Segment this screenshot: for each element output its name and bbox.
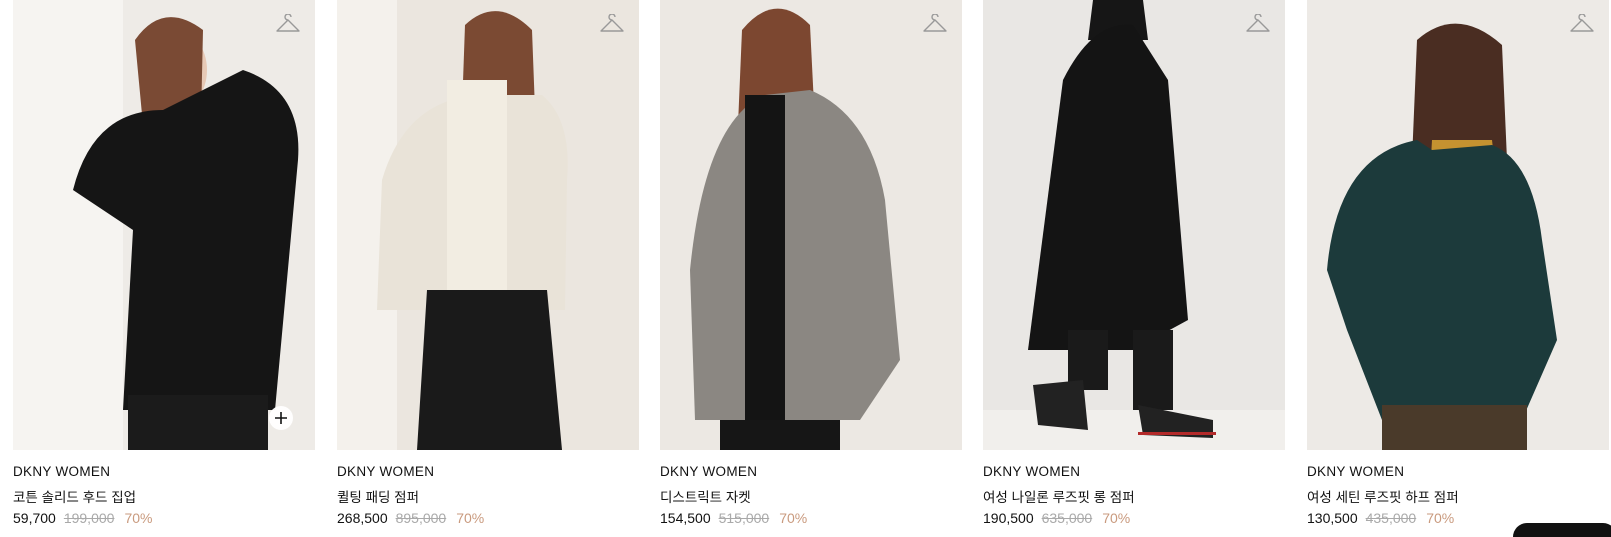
product-name[interactable]: 여성 나일론 루즈핏 롱 점퍼 [983, 486, 1135, 506]
discount-rate: 70% [124, 510, 153, 526]
original-price: 895,000 [395, 510, 447, 526]
product-price: 130,500 435,000 70% [1307, 510, 1454, 526]
discount-rate: 70% [456, 510, 485, 526]
original-price: 435,000 [1365, 510, 1417, 526]
product-image[interactable] [983, 0, 1285, 450]
product-image[interactable] [660, 0, 962, 450]
product-name[interactable]: 퀼팅 패딩 점퍼 [337, 486, 419, 506]
product-photo [13, 0, 315, 450]
product-name[interactable]: 여성 세틴 루즈핏 하프 점퍼 [1307, 486, 1459, 506]
discount-rate: 70% [1102, 510, 1131, 526]
product-photo [660, 0, 962, 450]
product-image[interactable] [337, 0, 639, 450]
product-photo [337, 0, 639, 450]
original-price: 515,000 [718, 510, 770, 526]
original-price: 635,000 [1041, 510, 1093, 526]
product-brand[interactable]: DKNY WOMEN [660, 464, 757, 479]
product-name[interactable]: 디스트릭트 자켓 [660, 486, 751, 506]
sale-price: 59,700 [13, 510, 56, 526]
sale-price: 130,500 [1307, 510, 1358, 526]
product-photo [1307, 0, 1609, 450]
sale-price: 190,500 [983, 510, 1034, 526]
product-name[interactable]: 코튼 솔리드 후드 집업 [13, 486, 136, 506]
discount-rate: 70% [779, 510, 808, 526]
product-card[interactable]: DKNY WOMEN 여성 나일론 루즈핏 롱 점퍼 190,500 635,00… [983, 0, 1285, 537]
product-price: 154,500 515,000 70% [660, 510, 807, 526]
hanger-icon[interactable] [599, 13, 625, 36]
product-card[interactable]: DKNY WOMEN 디스트릭트 자켓 154,500 515,000 70% [660, 0, 962, 537]
product-brand[interactable]: DKNY WOMEN [13, 464, 110, 479]
product-brand[interactable]: DKNY WOMEN [337, 464, 434, 479]
product-image[interactable] [13, 0, 315, 450]
product-brand[interactable]: DKNY WOMEN [983, 464, 1080, 479]
hanger-icon[interactable] [922, 13, 948, 36]
product-card[interactable]: DKNY WOMEN 퀼팅 패딩 점퍼 268,500 895,000 70% [337, 0, 639, 537]
quick-add-button[interactable] [269, 406, 293, 430]
product-image[interactable] [1307, 0, 1609, 450]
original-price: 199,000 [63, 510, 115, 526]
discount-rate: 70% [1426, 510, 1455, 526]
plus-icon [275, 412, 287, 424]
hanger-icon[interactable] [1245, 13, 1271, 36]
hanger-icon[interactable] [275, 13, 301, 36]
product-photo [983, 0, 1285, 450]
product-price: 59,700 199,000 70% [13, 510, 152, 526]
sale-price: 268,500 [337, 510, 388, 526]
product-card[interactable]: DKNY WOMEN 여성 세틴 루즈핏 하프 점퍼 130,500 435,00… [1307, 0, 1609, 537]
floating-tab[interactable] [1513, 523, 1611, 537]
product-grid: DKNY WOMEN 코튼 솔리드 후드 집업 59,700 199,000 70%… [0, 0, 1611, 537]
product-price: 268,500 895,000 70% [337, 510, 484, 526]
product-price: 190,500 635,000 70% [983, 510, 1130, 526]
product-brand[interactable]: DKNY WOMEN [1307, 464, 1404, 479]
product-card[interactable]: DKNY WOMEN 코튼 솔리드 후드 집업 59,700 199,000 70% [13, 0, 315, 537]
sale-price: 154,500 [660, 510, 711, 526]
hanger-icon[interactable] [1569, 13, 1595, 36]
